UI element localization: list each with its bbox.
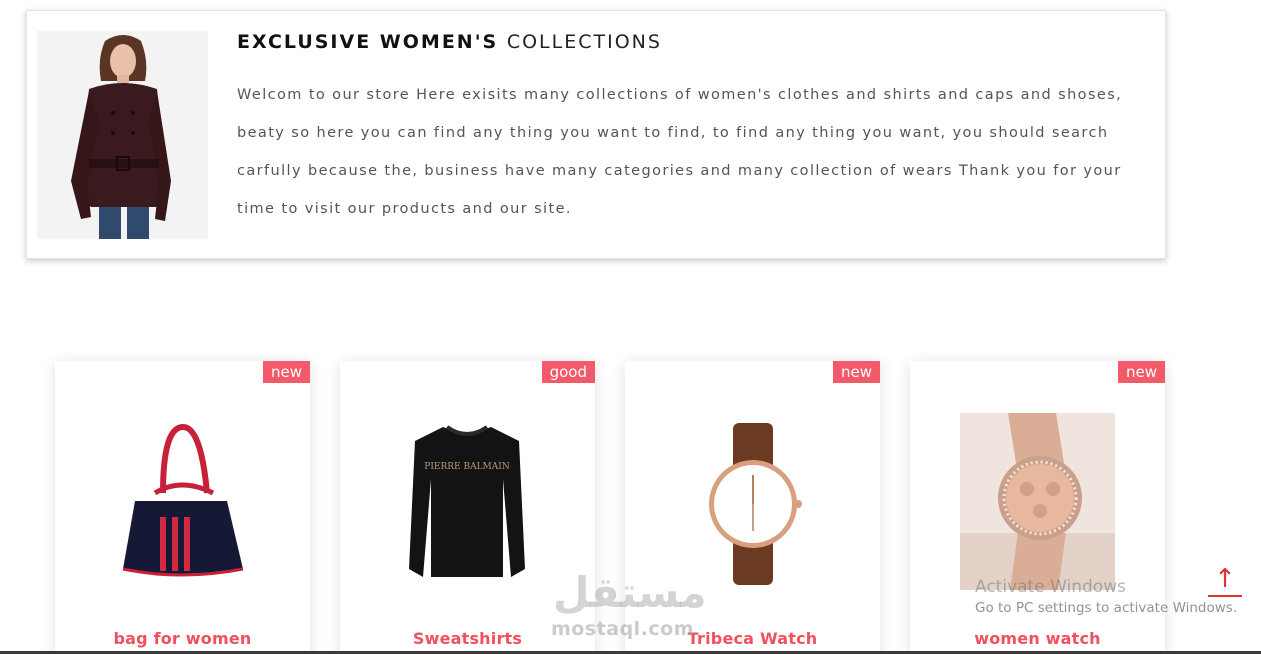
sweatshirt-image[interactable]: PIERRE BALMAIN	[395, 419, 540, 584]
product-card-bag[interactable]: new bag for women	[55, 361, 310, 654]
product-list: new bag for women good PIERRE BALMAIN Sw…	[0, 0, 1261, 654]
arrow-up-icon: ↑	[1214, 564, 1236, 594]
scroll-to-top-button[interactable]: ↑	[1208, 563, 1242, 597]
product-badge: new	[1117, 361, 1165, 383]
women-watch-image[interactable]	[960, 413, 1115, 590]
product-name[interactable]: bag for women	[55, 629, 310, 648]
windows-activation-text: Go to PC settings to activate Windows.	[975, 600, 1238, 616]
product-badge: new	[262, 361, 310, 383]
watch-image[interactable]	[703, 419, 803, 589]
product-name[interactable]: women watch	[910, 629, 1165, 648]
windows-activation-title: Activate Windows	[975, 577, 1126, 597]
product-badge: good	[541, 361, 595, 383]
mostaql-watermark-domain: mostaql.com	[551, 618, 695, 640]
product-badge: new	[832, 361, 880, 383]
handbag-image[interactable]	[115, 421, 250, 581]
mostaql-watermark-logo: مستقل	[553, 568, 707, 617]
sweatshirt-print: PIERRE BALMAIN	[424, 462, 510, 472]
